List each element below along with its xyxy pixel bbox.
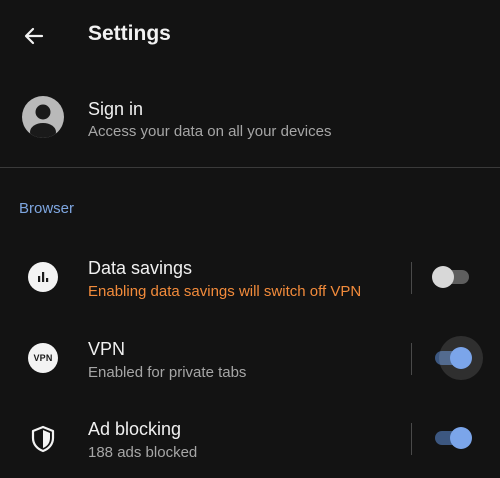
shield-icon: [30, 425, 56, 453]
page-title: Settings: [88, 22, 171, 45]
setting-row-data-savings[interactable]: Data savings Enabling data savings will …: [0, 250, 500, 310]
section-header-browser: Browser: [19, 200, 75, 217]
vpn-icon-label: VPN: [33, 353, 53, 363]
back-button[interactable]: [14, 16, 54, 56]
data-savings-subtitle: Enabling data savings will switch off VP…: [88, 283, 362, 300]
ad-blocking-subtitle: 188 ads blocked: [88, 444, 198, 461]
vpn-toggle[interactable]: [432, 336, 483, 380]
divider: [411, 262, 412, 294]
vpn-subtitle: Enabled for private tabs: [88, 364, 247, 381]
sign-in-row[interactable]: Sign in Access your data on all your dev…: [0, 86, 500, 152]
ad-blocking-toggle[interactable]: [432, 427, 472, 449]
setting-row-ad-blocking[interactable]: Ad blocking 188 ads blocked: [0, 411, 500, 471]
top-app-bar: Settings: [0, 0, 500, 70]
vpn-icon: VPN: [28, 343, 58, 373]
arrow-left-icon: [24, 27, 44, 45]
setting-row-vpn[interactable]: VPN VPN Enabled for private tabs: [0, 331, 500, 391]
data-savings-toggle[interactable]: [432, 266, 472, 288]
sign-in-title: Sign in: [88, 99, 144, 119]
divider: [0, 167, 500, 168]
divider: [411, 343, 412, 375]
bar-chart-icon: [28, 262, 58, 292]
data-savings-title: Data savings: [88, 258, 193, 278]
ad-blocking-title: Ad blocking: [88, 419, 182, 439]
divider: [411, 423, 412, 455]
account-circle-icon: [22, 96, 64, 138]
vpn-title: VPN: [88, 339, 126, 359]
sign-in-subtitle: Access your data on all your devices: [88, 123, 332, 140]
